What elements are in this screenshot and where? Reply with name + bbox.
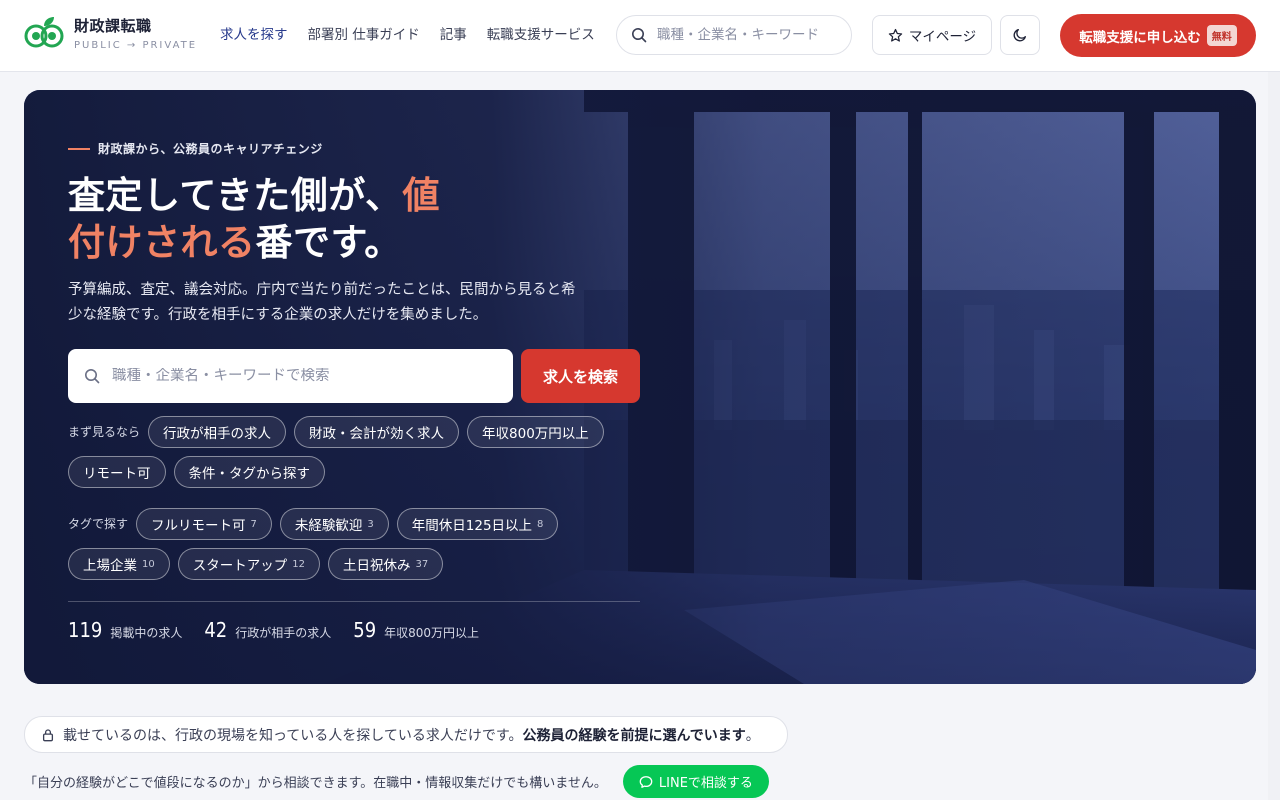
- tag-startup[interactable]: スタートアップ 12: [177, 548, 320, 580]
- apply-label: 転職支援に申し込む: [1079, 29, 1201, 46]
- chip-conditions-tags[interactable]: 条件・タグから探す: [173, 456, 325, 488]
- logo-title: 財政課転職: [74, 16, 152, 35]
- nav-department-guide[interactable]: 部署別 仕事ガイド: [308, 25, 420, 45]
- line-consult-button[interactable]: LINEで相談する: [622, 765, 769, 798]
- stat-label: 行政が相手の求人: [235, 626, 332, 640]
- chip-salary-8m[interactable]: 年収800万円以上: [467, 416, 604, 448]
- header-search-input[interactable]: [657, 27, 837, 43]
- hero-description: 予算編成、査定、議会対応。庁内で当たり前だったことは、民間から見ると希少な経験で…: [68, 282, 576, 323]
- tag-no-experience[interactable]: 未経験歓迎 3: [279, 508, 389, 540]
- leaf-logo-icon: [24, 17, 64, 48]
- tag-count: 8: [537, 518, 544, 530]
- eyebrow-text: 財政課から、公務員のキャリアチェンジ: [98, 142, 323, 156]
- chip-finance-accounting[interactable]: 財政・会計が効く求人: [294, 416, 460, 448]
- tag-label: 未経験歓迎: [294, 518, 363, 534]
- hero-section: 財政課から、公務員のキャリアチェンジ 査定してきた側が、値付けされる番です。 予…: [24, 90, 1256, 684]
- tag-full-remote[interactable]: フルリモート可 7: [136, 508, 272, 540]
- tag-count: 12: [292, 558, 305, 570]
- nav-career-support[interactable]: 転職支援サービス: [487, 25, 595, 45]
- main-nav: 求人を探す 部署別 仕事ガイド 記事 転職支援サービス: [220, 25, 615, 45]
- nav-articles[interactable]: 記事: [440, 25, 467, 45]
- tag-count: 10: [142, 558, 155, 570]
- stat-high-salary: 59 年収800万円以上: [353, 618, 479, 642]
- stat-number: 119: [68, 618, 103, 642]
- stat-label: 年収800万円以上: [384, 626, 480, 640]
- quick-links: まず見るなら 行政が相手の求人 財政・会計が効く求人 年収800万円以上 リモー…: [68, 416, 628, 488]
- nav-find-jobs[interactable]: 求人を探す: [220, 25, 288, 45]
- stat-label: 掲載中の求人: [110, 626, 183, 640]
- tag-label: 年間休日125日以上: [411, 518, 533, 534]
- dark-mode-toggle[interactable]: [1000, 15, 1040, 55]
- chat-bubble-icon: [639, 775, 653, 788]
- hero-divider: [68, 601, 640, 602]
- hero-title: 査定してきた側が、値付けされる番です。: [68, 172, 488, 266]
- hero-title-accent-a: 値: [402, 174, 441, 217]
- curation-notice: 載せているのは、行政の現場を知っている人を探している求人だけです。公務員の経験を…: [24, 716, 788, 753]
- star-icon: [888, 28, 903, 42]
- tag-125-holidays[interactable]: 年間休日125日以上 8: [396, 508, 559, 540]
- tag-count: 7: [250, 518, 257, 530]
- free-badge: 無料: [1206, 25, 1237, 46]
- hero-eyebrow: 財政課から、公務員のキャリアチェンジ: [68, 140, 323, 157]
- hero-search-input[interactable]: [112, 368, 502, 384]
- stat-listed-jobs: 119 掲載中の求人: [68, 618, 182, 642]
- eyebrow-line: [68, 147, 90, 150]
- tag-label: スタートアップ: [192, 558, 288, 574]
- tag-links: タグで探す フルリモート可 7 未経験歓迎 3 年間休日125日以上 8 上場企業 10…: [68, 508, 588, 580]
- stat-number: 59: [353, 618, 377, 642]
- scrollbar[interactable]: [1268, 72, 1280, 800]
- consult-row: 「自分の経験がどこで値段になるのか」から相談できます。在職中・情報収集だけでも構…: [24, 765, 769, 798]
- moon-icon: [1013, 29, 1026, 42]
- stat-number: 42: [204, 618, 228, 642]
- logo-subtitle: PUBLIC → PRIVATE: [74, 39, 198, 51]
- notice-text-bold: 公務員の経験を前提に選んでいます: [522, 727, 746, 744]
- notice-text: 載せているのは、行政の現場を知っている人を探している求人だけです。公務員の経験を…: [63, 725, 760, 745]
- chip-remote[interactable]: リモート可: [68, 456, 166, 488]
- tag-count: 37: [415, 558, 429, 570]
- tag-listed-company[interactable]: 上場企業 10: [68, 548, 170, 580]
- search-icon: [632, 28, 647, 43]
- hero-title-part1: 査定してきた側が、: [68, 174, 403, 217]
- site-logo[interactable]: 財政課転職 PUBLIC → PRIVATE: [24, 14, 197, 54]
- tag-label: 土日祝休み: [342, 558, 411, 574]
- quick-links-label: まず見るなら: [68, 425, 141, 439]
- tag-links-label: タグで探す: [68, 517, 129, 531]
- hero-search-box[interactable]: [68, 349, 513, 403]
- consult-text: 「自分の経験がどこで値段になるのか」から相談できます。在職中・情報収集だけでも構…: [24, 776, 607, 791]
- search-jobs-button[interactable]: 求人を検索: [521, 349, 640, 403]
- chip-gov-clients[interactable]: 行政が相手の求人: [148, 416, 287, 448]
- mypage-button[interactable]: マイページ: [872, 15, 992, 55]
- tag-label: フルリモート可: [151, 518, 246, 534]
- tag-weekends-off[interactable]: 土日祝休み 37: [327, 548, 444, 580]
- tag-label: 上場企業: [83, 558, 137, 574]
- hero-title-part2: 番です。: [255, 221, 402, 264]
- search-icon: [85, 369, 100, 384]
- notice-text-main: 載せているのは、行政の現場を知っている人を探している求人だけです。: [63, 727, 523, 744]
- stat-gov-jobs: 42 行政が相手の求人: [204, 618, 331, 642]
- apply-button[interactable]: 転職支援に申し込む 無料: [1060, 14, 1256, 57]
- hero-stats: 119 掲載中の求人 42 行政が相手の求人 59 年収800万円以上: [68, 618, 501, 642]
- line-button-label: LINEで相談する: [658, 776, 753, 791]
- header-search[interactable]: [616, 15, 852, 55]
- mypage-label: マイページ: [908, 29, 977, 45]
- site-header: 財政課転職 PUBLIC → PRIVATE 求人を探す 部署別 仕事ガイド 記…: [0, 0, 1280, 72]
- lock-icon: [42, 728, 54, 741]
- hero-title-accent-b: 付けされる: [68, 221, 256, 264]
- tag-count: 3: [367, 518, 374, 530]
- notice-text-end: 。: [745, 727, 760, 744]
